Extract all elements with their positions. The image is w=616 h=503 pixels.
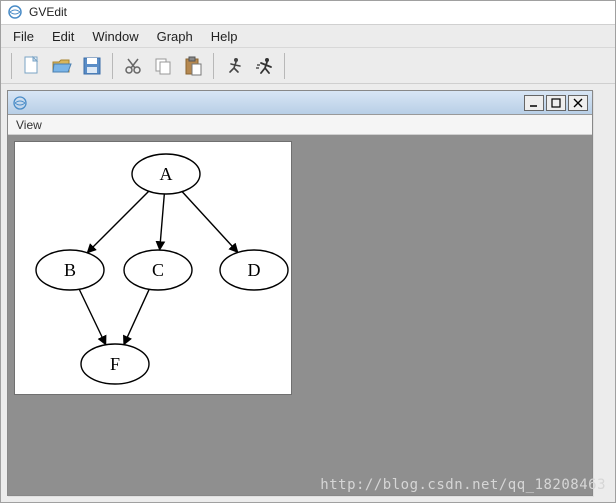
layout-button[interactable] [220,52,248,80]
minimize-button[interactable] [524,95,544,111]
save-button[interactable] [78,52,106,80]
maximize-button[interactable] [546,95,566,111]
graph-node-label: A [160,164,173,184]
copy-icon [153,56,173,76]
child-content[interactable]: A B C D F [8,135,592,495]
toolbar [1,48,615,84]
new-button[interactable] [18,52,46,80]
child-titlebar[interactable] [8,91,592,115]
child-subtitlebar: View [8,115,592,135]
graph-edge [160,194,165,250]
run-fast-icon [254,56,274,76]
titlebar: GVEdit [1,1,615,25]
save-disk-icon [82,56,102,76]
close-icon [573,98,583,108]
toolbar-separator [112,53,113,79]
cut-button[interactable] [119,52,147,80]
toolbar-separator [213,53,214,79]
scissors-icon [123,56,143,76]
paste-button[interactable] [179,52,207,80]
menu-window[interactable]: Window [84,27,146,46]
close-button[interactable] [568,95,588,111]
mdi-area: View A B C D F [1,84,615,502]
menu-help[interactable]: Help [203,27,246,46]
minimize-icon [529,98,539,108]
menubar: File Edit Window Graph Help [1,25,615,49]
app-icon [7,4,23,20]
graph-node-label: D [248,260,261,280]
toolbar-separator [284,53,285,79]
graph-node-label: F [110,354,120,374]
run-button[interactable] [250,52,278,80]
new-file-icon [22,55,42,77]
graph-edge [124,289,149,344]
child-window: View A B C D F [7,90,593,496]
open-folder-icon [51,56,73,76]
paste-clipboard-icon [183,56,203,76]
menu-graph[interactable]: Graph [149,27,201,46]
menu-file[interactable]: File [5,27,42,46]
graph-svg: A B C D F [15,142,291,394]
open-button[interactable] [48,52,76,80]
app-title: GVEdit [29,5,67,19]
graph-node-label: B [64,260,76,280]
graph-edge [87,191,149,253]
copy-button[interactable] [149,52,177,80]
main-window: GVEdit File Edit Window Graph Help [0,0,616,503]
child-window-icon [12,95,28,111]
run-person-icon [224,56,244,76]
toolbar-separator [11,53,12,79]
graph-edge [79,289,106,344]
graph-canvas: A B C D F [14,141,292,395]
child-subtitle: View [16,118,42,132]
graph-node-label: C [152,260,164,280]
maximize-icon [551,98,561,108]
menu-edit[interactable]: Edit [44,27,82,46]
graph-edge [182,192,238,253]
